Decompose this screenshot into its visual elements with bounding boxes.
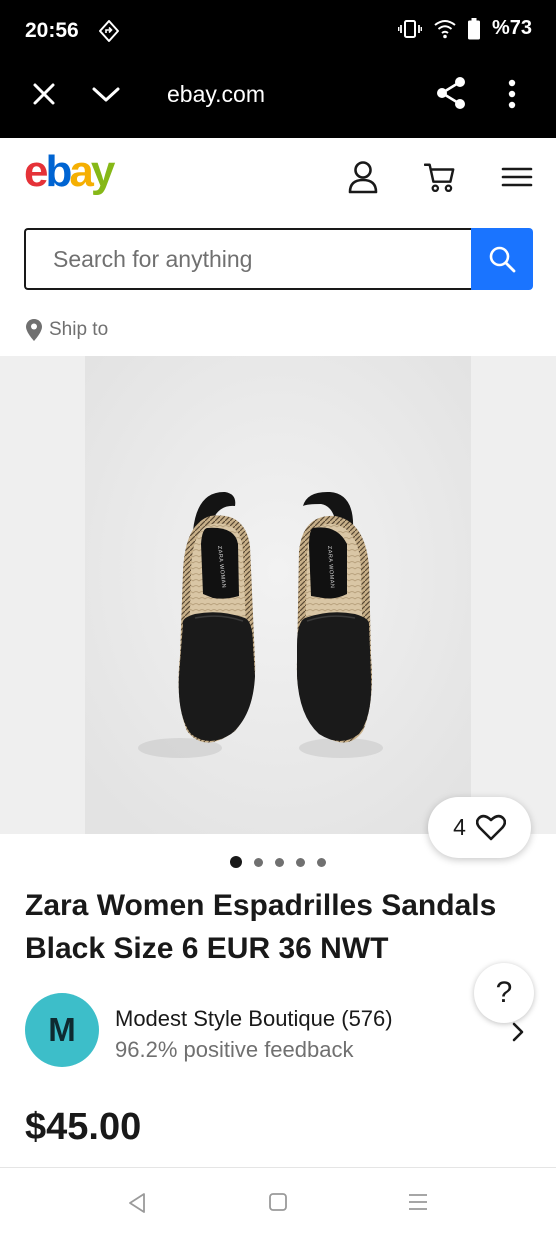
- carousel-dot[interactable]: [317, 857, 326, 867]
- search-icon: [489, 246, 516, 273]
- svg-text:ebay: ebay: [24, 152, 116, 196]
- watch-count: 4: [453, 814, 466, 840]
- ship-to-label: Ship to: [49, 319, 109, 340]
- search-input[interactable]: [26, 230, 473, 288]
- logo-letter-e: e: [24, 152, 47, 196]
- home-icon[interactable]: [268, 1192, 288, 1212]
- location-pin-icon: [26, 319, 42, 341]
- status-bar: 20:56 %73: [0, 0, 556, 64]
- hamburger-menu-icon[interactable]: [501, 160, 533, 194]
- ebay-logo[interactable]: ebay: [24, 152, 128, 200]
- logo-letter-y: y: [91, 152, 116, 196]
- browser-toolbar: ebay.com: [0, 64, 556, 138]
- close-icon[interactable]: [30, 80, 58, 108]
- search-box: [24, 228, 473, 290]
- status-icons: %73: [397, 17, 532, 40]
- logo-letter-b: b: [45, 152, 71, 196]
- recent-apps-icon[interactable]: [408, 1193, 428, 1211]
- carousel-dots: [230, 856, 326, 868]
- seller-info[interactable]: M Modest Style Boutique (576) 96.2% posi…: [25, 993, 535, 1069]
- battery-icon: [467, 17, 480, 39]
- seller-name: Modest Style Boutique (576): [115, 1006, 393, 1031]
- carousel-dot[interactable]: [254, 857, 263, 867]
- product-photo[interactable]: ZARA WOMAN ZARA WOMAN: [85, 356, 471, 834]
- chevron-down-icon[interactable]: [90, 80, 122, 108]
- heart-icon: [475, 814, 506, 841]
- carousel-dot[interactable]: [296, 857, 305, 867]
- carousel-dot[interactable]: [230, 856, 242, 868]
- wifi-icon: [434, 19, 456, 38]
- system-nav-bar: [0, 1167, 556, 1235]
- chevron-right-icon: [512, 1022, 524, 1042]
- espadrilles-image: ZARA WOMAN ZARA WOMAN: [85, 356, 471, 834]
- search-button[interactable]: [471, 228, 533, 290]
- seller-feedback: 96.2% positive feedback: [115, 1037, 354, 1062]
- seller-avatar: M: [25, 993, 99, 1067]
- vibrate-icon: [397, 19, 422, 38]
- more-options-icon[interactable]: [504, 78, 520, 110]
- back-icon[interactable]: [127, 1192, 147, 1214]
- cart-icon[interactable]: [424, 160, 456, 194]
- battery-percentage: %73: [491, 17, 532, 39]
- browser-url[interactable]: ebay.com: [167, 81, 265, 108]
- status-time: 20:56: [25, 19, 79, 42]
- ship-to[interactable]: Ship to: [25, 318, 108, 342]
- share-icon[interactable]: [435, 76, 467, 110]
- user-icon[interactable]: [347, 160, 379, 194]
- watch-button[interactable]: 4: [428, 797, 531, 858]
- product-title: Zara Women Espadrilles Sandals Black Siz…: [25, 889, 497, 965]
- product-price: $45.00: [25, 1106, 142, 1148]
- product-image-carousel[interactable]: ZARA WOMAN ZARA WOMAN: [0, 356, 556, 834]
- navigation-icon: [99, 20, 119, 42]
- carousel-dot[interactable]: [275, 857, 284, 867]
